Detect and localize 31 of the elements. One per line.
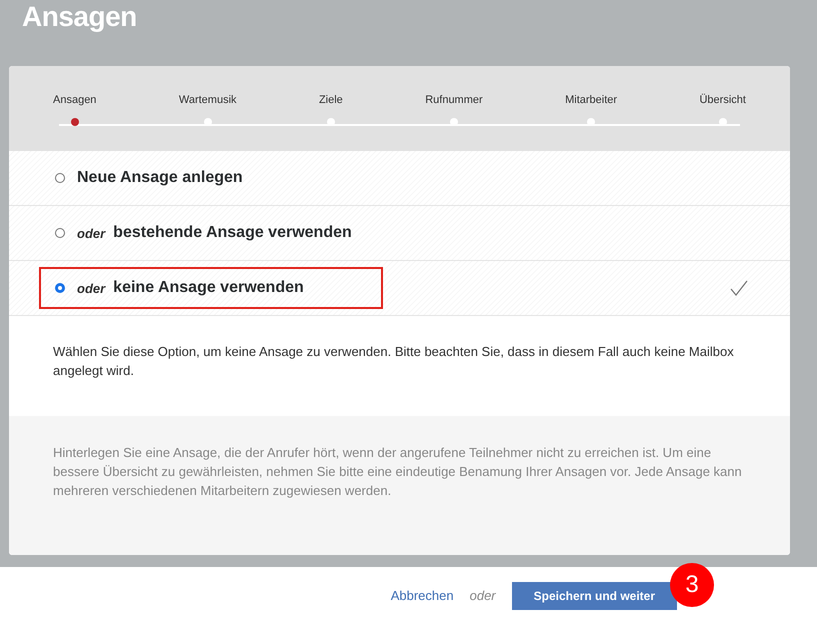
step-dot[interactable] [326,118,335,126]
step-dot[interactable] [450,118,458,126]
step-label[interactable]: Übersicht [699,94,746,106]
option-label: bestehende Ansage verwenden [113,224,352,242]
separator-text: oder [470,588,496,603]
option[interactable]: oder keine Ansage verwenden [39,267,383,309]
page-title: Ansagen [22,0,138,34]
option-label: keine Ansage verwenden [113,279,304,297]
step-label[interactable]: Ziele [318,94,343,106]
radio-button[interactable] [55,283,65,293]
option[interactable]: Neue Ansage anlegen [39,157,383,199]
step-dot[interactable] [587,118,596,126]
option-description: Wählen Sie diese Option, um keine Ansage zu verwenden. Bitte beachten Sie, dass in diesem Fall auch keine Mailbox angelegt wird. [53,343,735,380]
save-button[interactable]: Speichern und weiter [512,582,677,610]
step-dot[interactable] [204,118,212,126]
step-label[interactable]: Mitarbeiter [565,94,618,106]
option[interactable]: oder bestehende Ansage verwenden [39,212,383,254]
option-prefix: oder [77,226,106,240]
step-dot[interactable] [718,118,727,126]
step-dot[interactable] [70,118,79,126]
option-label: Neue Ansage anlegen [77,169,243,187]
radio-button[interactable] [55,173,65,183]
option-prefix: oder [77,280,106,296]
step-badge: 3 [670,563,714,607]
check-icon [730,280,748,296]
radio-button[interactable] [55,228,65,238]
step-label[interactable]: Wartemusik [178,94,237,106]
cancel-link[interactable]: Abbrechen [390,588,454,603]
step-label[interactable]: Rufnummer [425,94,483,106]
info-text: Hinterlegen Sie eine Ansage, die der Anrufer hört, wenn der angerufene Teilnehmer nicht zu erreichen ist. Um eine bessere Übersicht zu gewährleisten, nehmen Sie bitte eine eindeutige Benamung Ihrer Ansagen vor. Jede Ansage kann mehreren verschiedenen Mitarbeitern zugewiesen werden. [53,444,743,500]
step-label[interactable]: Ansagen [53,94,96,106]
